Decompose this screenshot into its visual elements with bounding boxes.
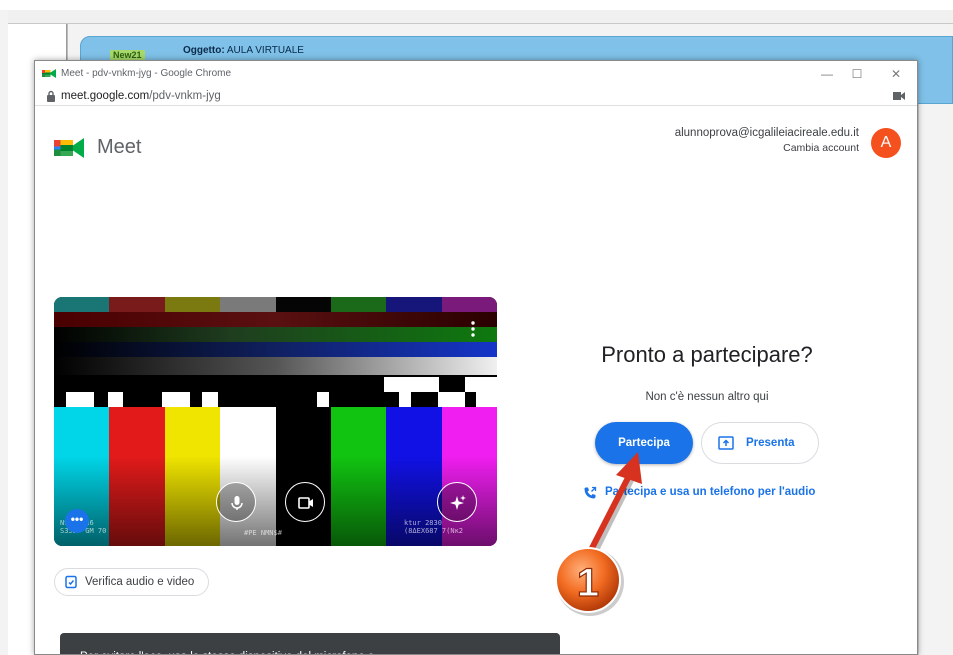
echo-warning-toast: Per evitare l'eco, usa lo stesso disposi… — [60, 633, 560, 654]
subject-value: AULA VIRTUALE — [226, 45, 304, 56]
meet-favicon-icon — [42, 69, 56, 78]
background-top — [0, 0, 953, 10]
more-options-icon[interactable] — [471, 321, 475, 337]
screen: New21 Oggetto: AULA VIRTUALE Meet - pdv-… — [0, 0, 953, 655]
preview-top-bars — [54, 297, 497, 312]
check-audio-video-button[interactable]: Verifica audio e video — [54, 568, 210, 596]
message-subject: Oggetto: AULA VIRTUALE — [183, 45, 304, 56]
present-screen-icon — [718, 436, 734, 450]
camera-preview: N9 R4 N6S35BF GM 70 #PE NMN$# ktur 2830(… — [54, 297, 497, 546]
account-email: alunnoprova@icgalileiacireale.edu.it — [674, 127, 859, 139]
microphone-toggle-button[interactable] — [216, 482, 256, 522]
meet-logo-text: Meet — [97, 136, 142, 158]
url-path: /pdv-vnkm-jyg — [149, 90, 221, 102]
preview-white-blocks — [54, 392, 497, 407]
subject-label: Oggetto: — [183, 45, 225, 56]
check-audio-video-label: Verifica audio e video — [85, 576, 195, 588]
phone-icon — [584, 486, 597, 499]
title-bar[interactable]: Meet - pdv-vnkm-jyg - Google Chrome — ☐ … — [35, 61, 917, 86]
check-devices-icon — [65, 575, 77, 589]
chrome-window: Meet - pdv-vnkm-jyg - Google Chrome — ☐ … — [34, 60, 918, 655]
camera-in-use-icon[interactable] — [893, 91, 905, 101]
join-by-phone-label: Partecipa e usa un telefono per l'audio — [605, 486, 816, 498]
preview-line-3 — [54, 342, 497, 357]
address-bar[interactable]: meet.google.com/pdv-vnkm-jyg — [35, 86, 917, 106]
preview-line-1 — [54, 312, 497, 327]
background-right-pane — [918, 104, 953, 655]
maximize-button[interactable]: ☐ — [842, 65, 872, 83]
background-toolbar — [8, 10, 953, 24]
meet-logo-icon — [54, 138, 84, 158]
switch-account-link[interactable]: Cambia account — [783, 142, 859, 154]
url-text[interactable]: meet.google.com/pdv-vnkm-jyg — [61, 90, 221, 102]
close-button[interactable]: ✕ — [881, 65, 911, 83]
visual-effects-button[interactable] — [437, 482, 477, 522]
preview-upper-blocks — [54, 377, 497, 392]
join-by-phone-link[interactable]: Partecipa e usa un telefono per l'audio — [583, 486, 816, 499]
avatar[interactable]: A — [871, 128, 901, 158]
new-badge: New21 — [110, 50, 145, 60]
present-button-label: Presenta — [746, 437, 795, 449]
minimize-button[interactable]: — — [812, 65, 842, 83]
sparkle-icon — [450, 495, 466, 510]
meet-page: Meet alunnoprova@icgalileiacireale.edu.i… — [35, 106, 917, 654]
lock-icon — [47, 90, 55, 102]
preview-noise-mid: #PE NMN$# — [244, 529, 282, 537]
join-button[interactable]: Partecipa — [595, 422, 693, 464]
window-title: Meet - pdv-vnkm-jyg - Google Chrome — [61, 68, 232, 79]
preview-line-2 — [54, 327, 497, 342]
camera-icon — [298, 497, 313, 509]
more-effects-button[interactable]: ••• — [65, 509, 89, 533]
camera-toggle-button[interactable] — [285, 482, 325, 522]
present-button[interactable]: Presenta — [701, 422, 819, 464]
url-host: meet.google.com — [61, 90, 150, 102]
preview-line-4 — [54, 357, 497, 375]
microphone-icon — [231, 496, 243, 510]
ready-title: Pronto a partecipare? — [601, 342, 813, 367]
nobody-here-text: Non c'è nessun altro qui — [645, 391, 769, 403]
